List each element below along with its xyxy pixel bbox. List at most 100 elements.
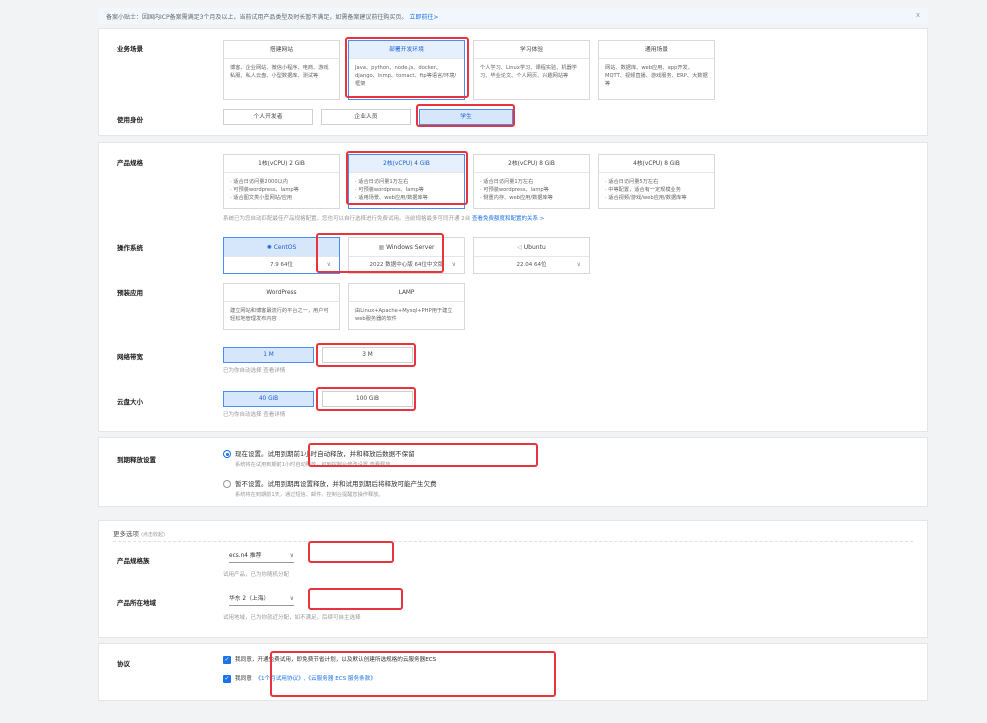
os-version-select[interactable]: 22.04 64位 ∨ — [474, 257, 589, 273]
chevron-down-icon: ∨ — [576, 261, 581, 268]
region-hint: 试用地域，已为你就近分配，如不满足，后续可自主选择 — [223, 615, 361, 621]
identity-developer-button[interactable]: 个人开发者 — [223, 109, 313, 125]
notice-text: 备案小贴士：因国内ICP备案需满足3个月及以上，当前试用产品类型及时长暂不满足，… — [106, 14, 408, 21]
spec-card-2c4g[interactable]: 2核(vCPU) 4 GiB · 适合日访问量1万左右 · 可预装wordpre… — [348, 154, 465, 209]
bandwidth-hint: 已为你自动选择 查看详情 — [223, 368, 286, 374]
os-label: 操作系统 — [117, 244, 143, 252]
notice-link[interactable]: 立即前往> — [409, 14, 438, 21]
agree-terms-checkbox[interactable]: ✓ 我同意 《1个月试用协议》,《云服务器 ECS 服务条款》 — [223, 674, 376, 683]
release-later-radio[interactable]: 暂不设置。试用到期再设置释放，并和试用到期后将释放可能产生欠费 — [223, 478, 437, 488]
more-toggle: (点击收起) — [141, 532, 165, 538]
terms-link[interactable]: 《1个月试用协议》,《云服务器 ECS 服务条款》 — [255, 676, 376, 682]
os-version: 2022 数据中心版 64位中文版 — [369, 262, 444, 268]
agree-text: 我同意，开通免费试用，即免费节省计划，以及默认创建所选规格的云服务器ECS — [235, 657, 437, 663]
more-label: 更多选项 — [113, 530, 139, 538]
agree-trial-checkbox[interactable]: ✓ 我同意，开通免费试用，即免费节省计划，以及默认创建所选规格的云服务器ECS — [223, 655, 436, 664]
os-version: 7.9 64位 — [270, 262, 293, 268]
apps-label: 预装应用 — [117, 289, 143, 297]
checkbox-checked-icon: ✓ — [223, 655, 231, 664]
os-name: CentOS — [273, 244, 297, 251]
spec-label: 产品规格 — [117, 159, 143, 167]
spec-card-2c8g[interactable]: 2核(vCPU) 8 GiB · 适合日访问量1万左右 · 可预装wordpre… — [473, 154, 590, 209]
card-desc: · 适合日访问量5万左右 · 中等配置，适合有一定规模业务 · 适合视频/游戏/… — [605, 179, 687, 201]
app-card-lamp[interactable]: LAMP 由Linux+Apache+Mysql+PHP用于建立web服务器的软… — [348, 283, 465, 330]
card-title: 部署开发环境 — [349, 41, 464, 59]
radio-label: 现在设置。试用到期前1小时自动释放，并和释放后数据不保留 — [235, 450, 415, 458]
scenario-card-website[interactable]: 搭建网站 博客、企业网站、微信小程序、电商、游戏私服、私人云盘、小型数据库、测试… — [223, 40, 340, 100]
icp-notice: 备案小贴士：因国内ICP备案需满足3个月及以上，当前试用产品类型及时长暂不满足，… — [98, 8, 928, 24]
card-desc: 博客、企业网站、微信小程序、电商、游戏私服、私人云盘、小型数据库、测试等 — [230, 65, 329, 79]
radio-label: 暂不设置。试用到期再设置释放，并和试用到期后将释放可能产生欠费 — [235, 480, 437, 488]
identity-student-button[interactable]: 学生 — [419, 109, 513, 125]
family-label: 产品规格族 — [117, 557, 150, 565]
app-card-wordpress[interactable]: WordPress 建立网站和博客最流行的平台之一，用户可轻松地管理发布内容 — [223, 283, 340, 330]
os-title: ▦ Windows Server — [349, 238, 464, 257]
os-name: Ubuntu — [523, 244, 546, 251]
region-value: 华东 2（上海） — [229, 596, 270, 602]
family-select[interactable]: ecs.n4 推荐 ∨ — [229, 550, 294, 563]
scenario-label: 业务场景 — [117, 45, 143, 53]
os-option-windows[interactable]: ▦ Windows Server 2022 数据中心版 64位中文版 ∨ — [348, 237, 465, 274]
card-title: 2核(vCPU) 4 GiB — [349, 155, 464, 173]
card-desc: · 适合日访问量2000以内 · 可预装wordpress、lamp等 · 适合… — [230, 179, 299, 201]
os-version-select[interactable]: 7.9 64位 ∨ — [224, 257, 339, 273]
card-title: LAMP — [349, 284, 464, 302]
more-options-header[interactable]: 更多选项 (点击收起) — [113, 528, 165, 538]
bandwidth-1m-button[interactable]: 1 M — [223, 347, 314, 363]
release-now-radio[interactable]: 现在设置。试用到期前1小时自动释放，并和释放后数据不保留 — [223, 448, 415, 458]
os-version-select[interactable]: 2022 数据中心版 64位中文版 ∨ — [349, 257, 464, 273]
scenario-card-dev-env[interactable]: 部署开发环境 Java、python、node.js、docker、django… — [348, 40, 465, 100]
region-select[interactable]: 华东 2（上海） ∨ — [229, 593, 294, 606]
windows-icon: ▦ — [378, 244, 385, 251]
spec-panel: 产品规格 1核(vCPU) 2 GiB · 适合日访问量2000以内 · 可预装… — [98, 142, 928, 432]
card-desc: 建立网站和博客最流行的平台之一，用户可轻松地管理发布内容 — [230, 308, 329, 322]
family-hint: 试用产品，已为你随机分配 — [223, 572, 290, 578]
spec-card-1c2g[interactable]: 1核(vCPU) 2 GiB · 适合日访问量2000以内 · 可预装wordp… — [223, 154, 340, 209]
card-title: 通用场景 — [599, 41, 714, 59]
release-label: 到期释放设置 — [117, 456, 156, 464]
scenario-card-general[interactable]: 通用场景 网站、数据库、web应用、app开发、MQTT、视频直播、游戏服务、E… — [598, 40, 715, 100]
identity-enterprise-button[interactable]: 企业人员 — [321, 109, 411, 125]
release-later-sub: 系统将在到期前1天，通过短信、邮件、控制台提醒您操作释放。 — [235, 492, 384, 498]
card-desc: Java、python、node.js、docker、django、lnmp、t… — [355, 65, 457, 87]
bandwidth-3m-button[interactable]: 3 M — [322, 347, 413, 363]
card-desc: · 适合日访问量1万左右 · 可预装wordpress、lamp等 · 适用场景… — [355, 179, 428, 201]
disk-40g-button[interactable]: 40 GiB — [223, 391, 314, 407]
divider — [113, 541, 913, 542]
disk-label: 云盘大小 — [117, 398, 143, 406]
spec-hint-text: 系统已为您自动匹配最佳产品规格配置，您也可以自行选择进行免费试用。当前规格最多可… — [223, 216, 471, 222]
os-option-centos[interactable]: ✺ CentOS 7.9 64位 ∨ — [223, 237, 340, 274]
card-title: WordPress — [224, 284, 339, 302]
ubuntu-icon: ◁ — [517, 244, 522, 251]
scenario-panel: 业务场景 搭建网站 博客、企业网站、微信小程序、电商、游戏私服、私人云盘、小型数… — [98, 28, 928, 136]
card-desc: 网站、数据库、web应用、app开发、MQTT、视频直播、游戏服务、ERP、大数… — [605, 65, 708, 87]
spec-hint-link[interactable]: 查看免费额度和配置的关系 > — [472, 216, 544, 222]
card-title: 搭建网站 — [224, 41, 339, 59]
disk-hint: 已为你自动选择 查看详情 — [223, 412, 286, 418]
page: 备案小贴士：因国内ICP备案需满足3个月及以上，当前试用产品类型及时长暂不满足，… — [98, 0, 928, 723]
card-title: 1核(vCPU) 2 GiB — [224, 155, 339, 173]
scenario-card-learning[interactable]: 学习体验 个人学习、Linux学习、课程实验、机器学习、毕业论文、个人网页、兴趣… — [473, 40, 590, 100]
release-panel: 到期释放设置 现在设置。试用到期前1小时自动释放，并和释放后数据不保留 系统将在… — [98, 437, 928, 507]
family-value: ecs.n4 推荐 — [229, 553, 262, 559]
disk-100g-button[interactable]: 100 GiB — [322, 391, 413, 407]
card-desc: 个人学习、Linux学习、课程实验、机器学习、毕业论文、个人网页、兴趣网站等 — [480, 65, 577, 79]
checkbox-checked-icon: ✓ — [223, 674, 231, 683]
card-title: 2核(vCPU) 8 GiB — [474, 155, 589, 173]
radio-off-icon — [223, 480, 231, 488]
agreement-label: 协议 — [117, 660, 130, 668]
os-title: ✺ CentOS — [224, 238, 339, 257]
os-option-ubuntu[interactable]: ◁ Ubuntu 22.04 64位 ∨ — [473, 237, 590, 274]
card-desc: · 适合日访问量1万左右 · 可预装wordpress、lamp等 · 侧重内存… — [480, 179, 553, 201]
centos-icon: ✺ — [266, 244, 272, 251]
card-title: 4核(vCPU) 8 GiB — [599, 155, 714, 173]
agree-prefix: 我同意 — [235, 676, 252, 682]
region-label: 产品所在地域 — [117, 599, 156, 607]
agreement-panel: 协议 ✓ 我同意，开通免费试用，即免费节省计划，以及默认创建所选规格的云服务器EC… — [98, 643, 928, 701]
close-icon[interactable]: x — [916, 11, 920, 19]
more-options-panel: 更多选项 (点击收起) 产品规格族 ecs.n4 推荐 ∨ 试用产品，已为你随机分… — [98, 520, 928, 638]
os-version: 22.04 64位 — [516, 262, 547, 268]
card-desc: 由Linux+Apache+Mysql+PHP用于建立web服务器的软件 — [355, 308, 453, 322]
radio-on-icon — [223, 450, 231, 458]
spec-card-4c8g[interactable]: 4核(vCPU) 8 GiB · 适合日访问量5万左右 · 中等配置，适合有一定… — [598, 154, 715, 209]
